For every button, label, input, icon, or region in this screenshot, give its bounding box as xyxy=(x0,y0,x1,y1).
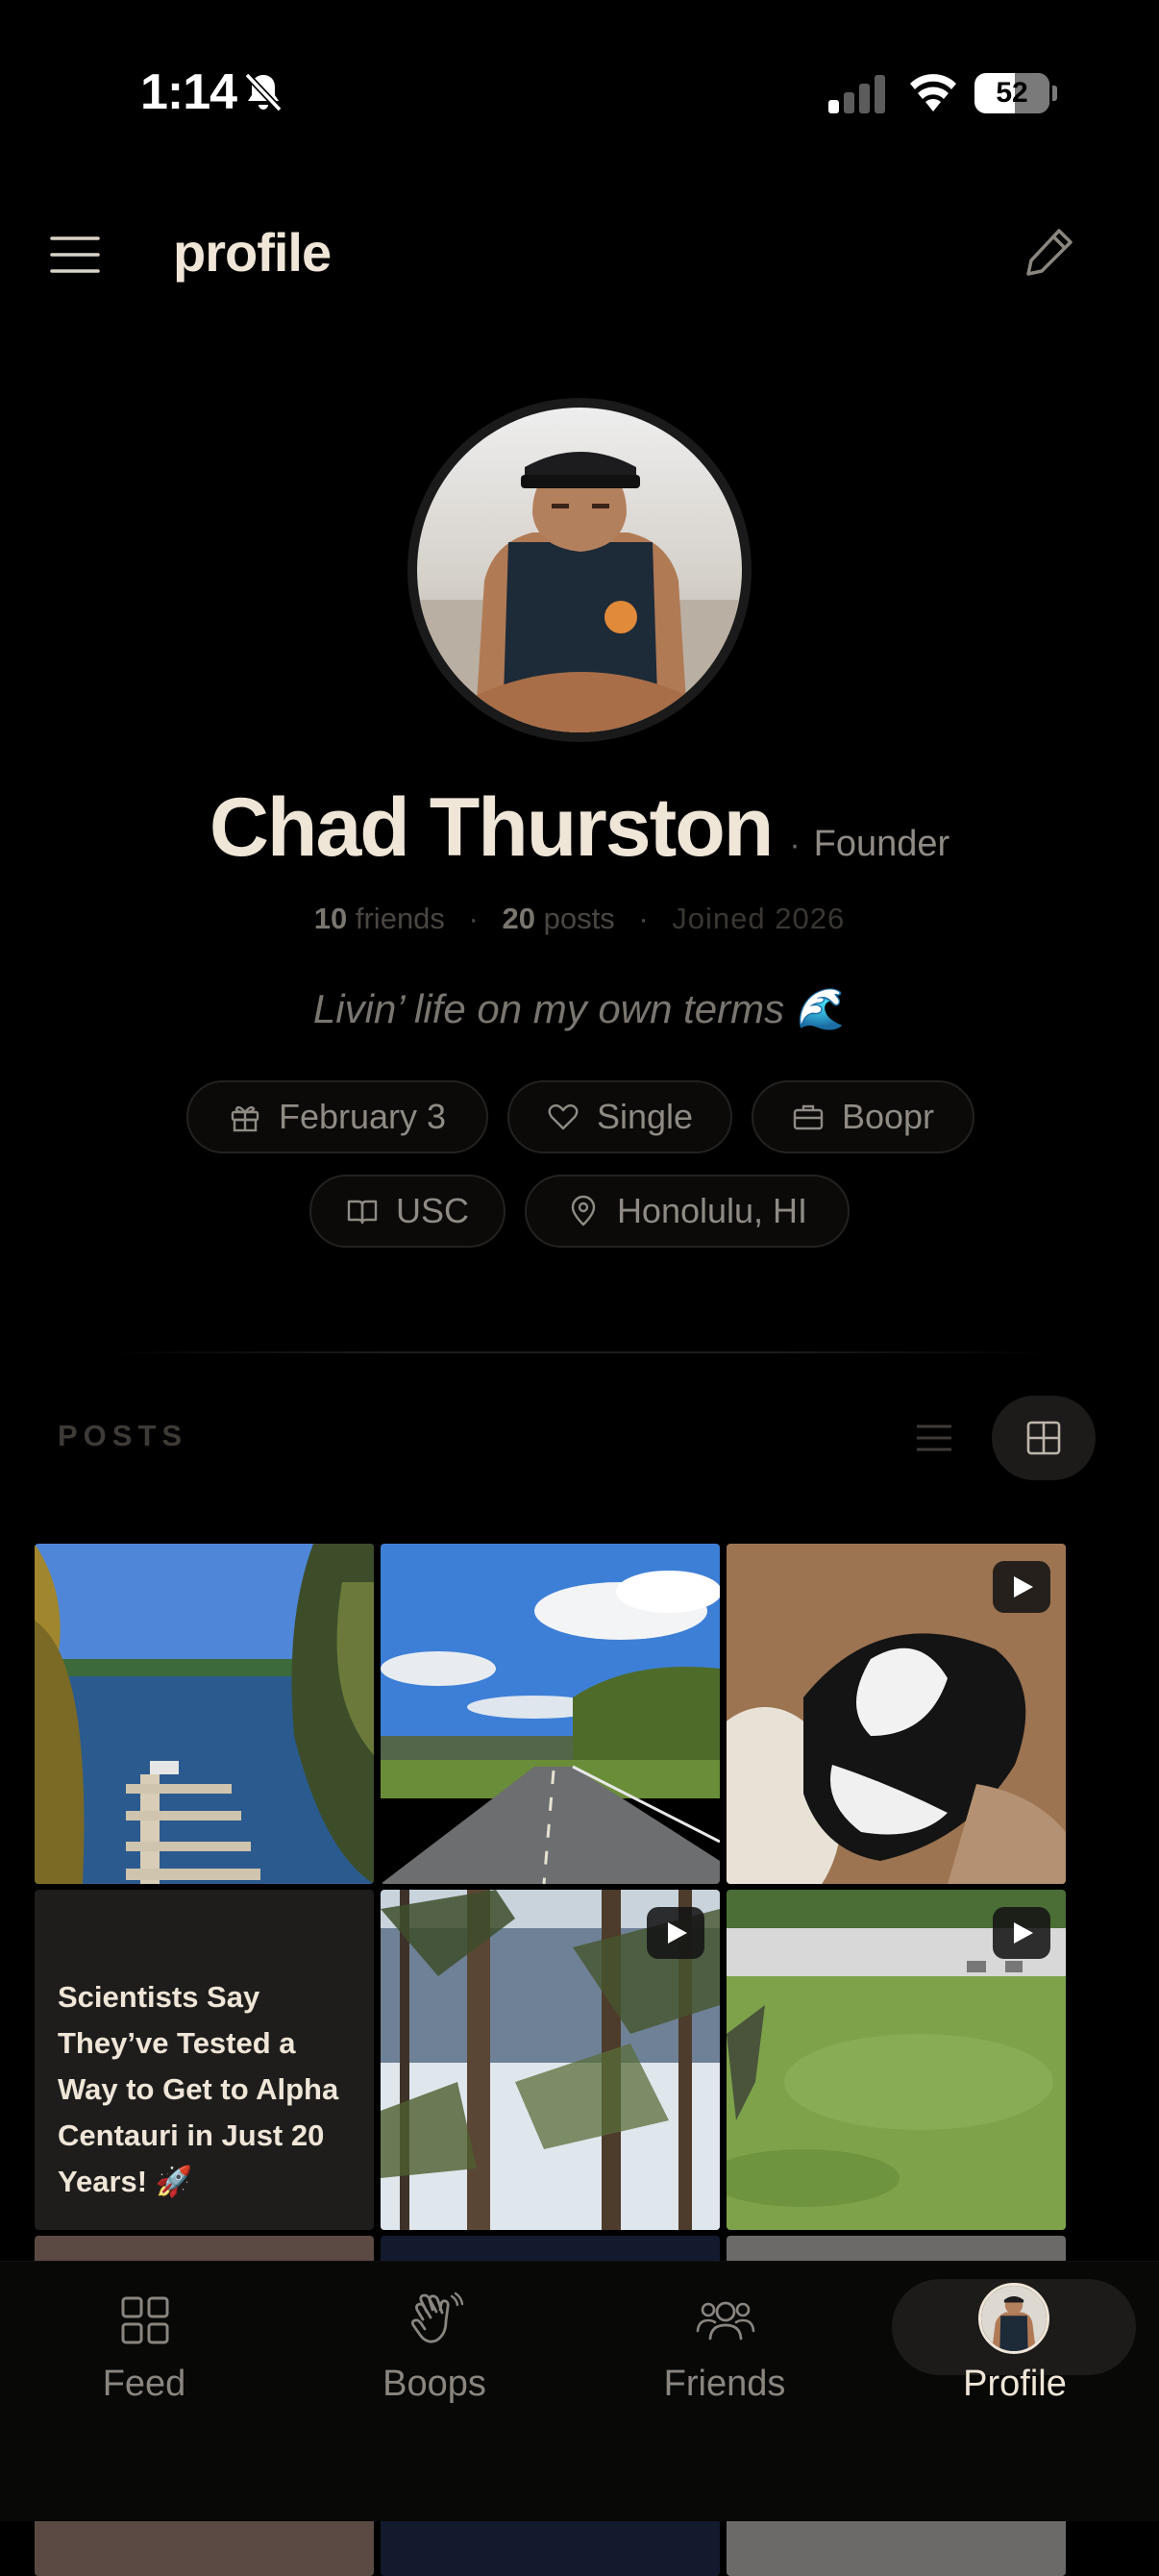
profile-bio: Livin’ life on my own terms 🌊 xyxy=(312,986,847,1031)
name-separator-dot: · xyxy=(789,827,801,863)
status-bar: 1:14 52 xyxy=(0,0,1159,192)
friends-count[interactable]: 10 xyxy=(314,902,347,935)
post-tile-text[interactable]: Scientists Say They’ve Tested a Way to G… xyxy=(35,1890,374,2230)
status-time: 1:14 xyxy=(140,64,237,120)
video-badge xyxy=(647,1907,704,1959)
battery-tip xyxy=(1052,86,1057,101)
profile-avatar-ring xyxy=(407,398,752,742)
friends-label[interactable]: friends xyxy=(356,902,445,935)
joined-date: Joined 2026 xyxy=(672,902,846,935)
tab-label: Profile xyxy=(963,2364,1067,2404)
book-icon xyxy=(347,1200,378,1225)
tab-label: Feed xyxy=(102,2364,186,2404)
avatar[interactable] xyxy=(978,2283,1049,2354)
battery-level: 52 xyxy=(996,77,1028,109)
page-title: profile xyxy=(173,222,332,283)
stats-separator: · xyxy=(468,902,479,935)
bell-muted-icon xyxy=(244,72,283,112)
posts-section-label: POSTS xyxy=(58,1419,188,1452)
tab-label: Boops xyxy=(382,2364,486,2404)
battery-indicator: 52 xyxy=(974,73,1057,113)
briefcase-icon xyxy=(793,1104,824,1130)
post-tile-video[interactable] xyxy=(381,1890,720,2230)
bottom-tab-bar: Feed Boops Friends Profile xyxy=(0,2261,1159,2521)
video-badge xyxy=(993,1907,1050,1959)
list-view-icon[interactable] xyxy=(909,1413,959,1463)
location-pin-icon xyxy=(571,1195,596,1226)
profile-name-line: Chad Thurston · Founder xyxy=(0,780,1159,876)
profile-stats: 10 friends · 20 posts · Joined 2026 xyxy=(0,902,1159,936)
chip-birthday: February 3 xyxy=(186,1080,488,1153)
profile-avatar[interactable] xyxy=(417,408,742,732)
post-tile-photo[interactable] xyxy=(35,1544,374,1884)
tab-friends[interactable]: Friends xyxy=(580,2262,869,2444)
grid-icon xyxy=(121,2296,169,2344)
post-text: Scientists Say They’ve Tested a Way to G… xyxy=(58,1980,339,2198)
post-image-lake-dock xyxy=(35,1544,374,1884)
heart-icon xyxy=(548,1103,579,1130)
grid-view-button[interactable] xyxy=(992,1396,1096,1480)
chip-school: USC xyxy=(309,1175,506,1248)
video-badge xyxy=(993,1561,1050,1613)
chip-label: Boopr xyxy=(841,1097,935,1136)
chip-work: Boopr xyxy=(752,1080,974,1153)
chip-location: Honolulu, HI xyxy=(525,1175,850,1248)
section-divider xyxy=(106,1351,1053,1353)
cellular-signal-icon xyxy=(828,75,885,113)
profile-name: Chad Thurston xyxy=(209,781,774,874)
chip-label: Honolulu, HI xyxy=(616,1191,808,1230)
posts-count: 20 xyxy=(502,902,535,935)
post-tile-video[interactable] xyxy=(727,1544,1066,1884)
chip-label: USC xyxy=(395,1191,469,1230)
edit-pencil-icon[interactable] xyxy=(1021,223,1078,281)
stats-separator: · xyxy=(638,902,649,935)
gift-icon xyxy=(231,1105,259,1132)
grid-view-icon xyxy=(1026,1421,1061,1455)
waving-hand-icon xyxy=(410,2291,464,2343)
chip-label: Single xyxy=(596,1097,694,1136)
post-tile-photo[interactable] xyxy=(381,1544,720,1884)
menu-icon[interactable] xyxy=(48,231,102,279)
people-icon xyxy=(696,2301,755,2341)
posts-label: posts xyxy=(543,902,615,935)
chip-relationship: Single xyxy=(507,1080,732,1153)
post-image-road xyxy=(381,1544,720,1884)
post-tile-video[interactable] xyxy=(727,1890,1066,2230)
play-icon xyxy=(668,1922,687,1944)
tab-boops[interactable]: Boops xyxy=(290,2262,579,2444)
play-icon xyxy=(1014,1576,1033,1598)
play-icon xyxy=(1014,1922,1033,1944)
tab-feed[interactable]: Feed xyxy=(0,2262,288,2444)
tab-label: Friends xyxy=(663,2364,786,2404)
profile-role: Founder xyxy=(813,824,950,864)
wifi-icon xyxy=(910,74,956,111)
chip-label: February 3 xyxy=(278,1097,447,1136)
